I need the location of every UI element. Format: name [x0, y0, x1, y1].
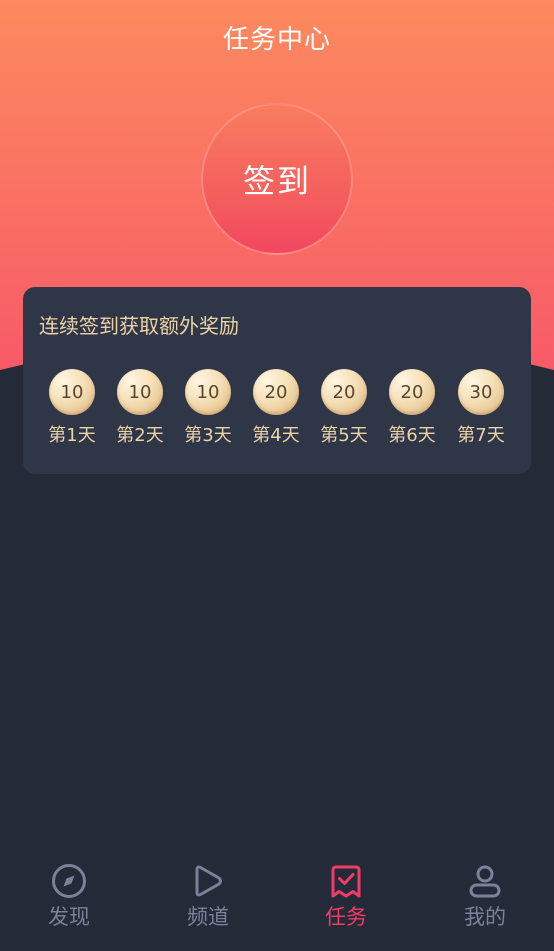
nav-label-discover: 发现 — [48, 905, 90, 929]
reward-amount: 20 — [264, 381, 288, 403]
reward-amount: 30 — [469, 381, 493, 403]
reward-coin: 20 — [321, 369, 367, 415]
page-title: 任务中心 — [222, 25, 331, 55]
streak-title: 连续签到获取额外奖励 — [39, 314, 239, 338]
user-icon — [465, 861, 505, 901]
reward-coin: 30 — [458, 369, 504, 415]
day-label: 第4天 — [252, 425, 300, 446]
day-label: 第7天 — [457, 425, 505, 446]
checkin-label: 签到 — [242, 162, 311, 200]
reward-coin: 10 — [117, 369, 163, 415]
streak-day-6: 20 第6天 — [378, 369, 446, 447]
nav-label-profile: 我的 — [464, 905, 506, 929]
reward-coin: 10 — [49, 369, 95, 415]
day-label: 第5天 — [320, 425, 368, 446]
reward-amount: 10 — [196, 381, 220, 403]
streak-day-3: 10 第3天 — [174, 369, 242, 447]
reward-coin: 20 — [253, 369, 299, 415]
bottom-nav: 发现 频道 任务 我的 — [0, 856, 554, 951]
nav-item-tasks[interactable]: 任务 — [291, 856, 401, 931]
day-label: 第3天 — [184, 425, 232, 446]
streak-reward-card: 连续签到获取额外奖励 10 第1天 10 第2天 10 第3天 20 第4天 2… — [23, 287, 531, 474]
day-label: 第1天 — [48, 425, 96, 446]
reward-coin: 20 — [389, 369, 435, 415]
streak-days-row: 10 第1天 10 第2天 10 第3天 20 第4天 20 第5天 20 第6… — [23, 369, 531, 459]
nav-label-channels: 频道 — [187, 905, 229, 929]
checkin-button[interactable]: 签到 — [201, 103, 353, 255]
play-icon — [188, 861, 228, 901]
task-check-icon — [326, 861, 366, 901]
reward-coin: 10 — [185, 369, 231, 415]
day-label: 第6天 — [388, 425, 436, 446]
reward-amount: 20 — [332, 381, 356, 403]
streak-day-1: 10 第1天 — [38, 369, 106, 447]
streak-day-7: 30 第7天 — [447, 369, 515, 447]
streak-day-2: 10 第2天 — [106, 369, 174, 447]
nav-label-tasks: 任务 — [325, 905, 367, 929]
nav-item-channels[interactable]: 频道 — [153, 856, 263, 931]
nav-item-profile[interactable]: 我的 — [430, 856, 540, 931]
streak-day-4: 20 第4天 — [242, 369, 310, 447]
nav-item-discover[interactable]: 发现 — [14, 856, 124, 931]
reward-amount: 10 — [60, 381, 84, 403]
reward-amount: 20 — [400, 381, 424, 403]
compass-icon — [49, 861, 89, 901]
day-label: 第2天 — [116, 425, 164, 446]
reward-amount: 10 — [128, 381, 152, 403]
streak-day-5: 20 第5天 — [310, 369, 378, 447]
